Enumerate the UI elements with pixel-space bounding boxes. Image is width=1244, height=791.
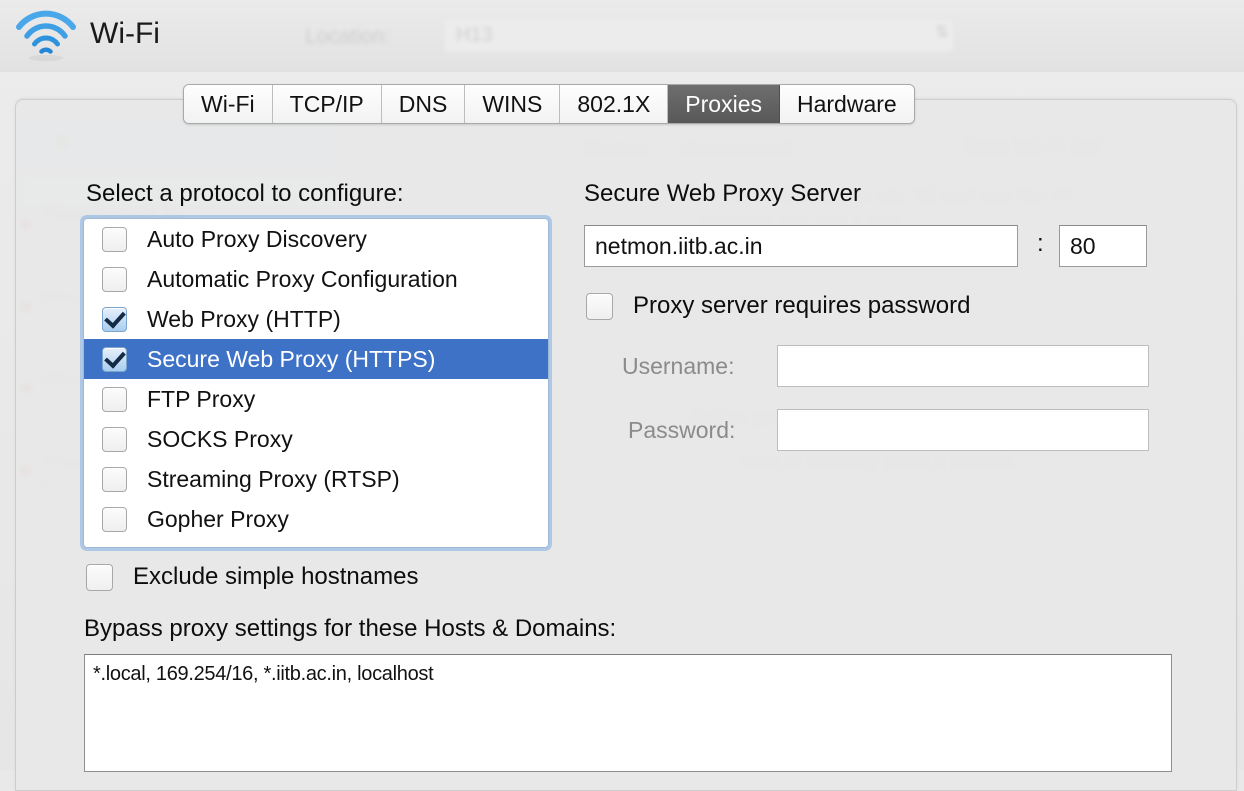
proxy-host-input[interactable]: netmon.iitb.ac.in <box>584 225 1018 267</box>
list-item-label: FTP Proxy <box>147 386 255 413</box>
protocol-checkbox[interactable] <box>102 227 127 252</box>
wifi-icon <box>15 10 77 62</box>
proxy-port-input[interactable]: 80 <box>1059 225 1147 267</box>
requires-password-checkbox[interactable] <box>586 293 613 320</box>
proxy-port-value: 80 <box>1070 233 1096 260</box>
protocol-list[interactable]: Auto Proxy Discovery Automatic Proxy Con… <box>83 218 549 548</box>
protocol-checkbox[interactable] <box>102 307 127 332</box>
location-label: Location: <box>305 25 390 49</box>
list-item[interactable]: Streaming Proxy (RTSP) <box>84 459 548 499</box>
host-port-separator: : <box>1037 230 1044 258</box>
exclude-simple-hostnames-row[interactable]: Exclude simple hostnames <box>86 563 418 591</box>
list-item-label: Automatic Proxy Configuration <box>147 266 458 293</box>
list-item[interactable]: Auto Proxy Discovery <box>84 219 548 259</box>
protocol-checkbox[interactable] <box>102 267 127 292</box>
list-item[interactable]: Web Proxy (HTTP) <box>84 299 548 339</box>
list-item[interactable]: FTP Proxy <box>84 379 548 419</box>
tab-wi-fi[interactable]: Wi-Fi <box>184 85 273 123</box>
username-label: Username: <box>622 353 734 380</box>
protocol-checkbox[interactable] <box>102 427 127 452</box>
page-title: Wi-Fi <box>90 17 160 51</box>
list-item[interactable]: Gopher Proxy <box>84 499 548 539</box>
protocol-list-heading: Select a protocol to configure: <box>86 180 404 208</box>
bypass-textarea[interactable]: *.local, 169.254/16, *.iitb.ac.in, local… <box>84 654 1172 772</box>
requires-password-row[interactable]: Proxy server requires password <box>586 292 970 320</box>
tab-802-1x[interactable]: 802.1X <box>560 85 668 123</box>
password-input[interactable] <box>777 409 1149 451</box>
protocol-checkbox[interactable] <box>102 507 127 532</box>
list-item-label: Streaming Proxy (RTSP) <box>147 466 400 493</box>
list-item-selected[interactable]: Secure Web Proxy (HTTPS) <box>84 339 548 379</box>
password-label: Password: <box>628 417 735 444</box>
tab-wins[interactable]: WINS <box>465 85 560 123</box>
list-item-label: Secure Web Proxy (HTTPS) <box>147 346 435 373</box>
bypass-heading: Bypass proxy settings for these Hosts & … <box>84 615 616 643</box>
secure-web-proxy-server-heading: Secure Web Proxy Server <box>584 180 861 208</box>
tab-bar: Wi-Fi TCP/IP DNS WINS 802.1X Proxies Har… <box>183 84 915 124</box>
tab-tcp-ip[interactable]: TCP/IP <box>273 85 382 123</box>
list-item-label: Web Proxy (HTTP) <box>147 306 341 333</box>
location-popup[interactable] <box>443 18 955 53</box>
bypass-textarea-value: *.local, 169.254/16, *.iitb.ac.in, local… <box>93 663 433 686</box>
list-item-label: Auto Proxy Discovery <box>147 226 367 253</box>
exclude-simple-hostnames-checkbox[interactable] <box>86 564 113 591</box>
location-value: H13 <box>456 24 493 47</box>
proxy-host-value: netmon.iitb.ac.in <box>595 233 762 260</box>
username-input[interactable] <box>777 345 1149 387</box>
protocol-checkbox[interactable] <box>102 347 127 372</box>
list-item-label: SOCKS Proxy <box>147 426 293 453</box>
list-item[interactable]: SOCKS Proxy <box>84 419 548 459</box>
protocol-checkbox[interactable] <box>102 467 127 492</box>
tab-hardware[interactable]: Hardware <box>780 85 914 123</box>
tab-dns[interactable]: DNS <box>382 85 466 123</box>
requires-password-label: Proxy server requires password <box>633 292 970 320</box>
list-item[interactable]: Automatic Proxy Configuration <box>84 259 548 299</box>
list-item-label: Gopher Proxy <box>147 506 289 533</box>
exclude-simple-hostnames-label: Exclude simple hostnames <box>133 563 418 591</box>
chevron-updown-icon: ⇅ <box>935 22 948 42</box>
protocol-checkbox[interactable] <box>102 387 127 412</box>
tab-proxies[interactable]: Proxies <box>668 85 780 123</box>
